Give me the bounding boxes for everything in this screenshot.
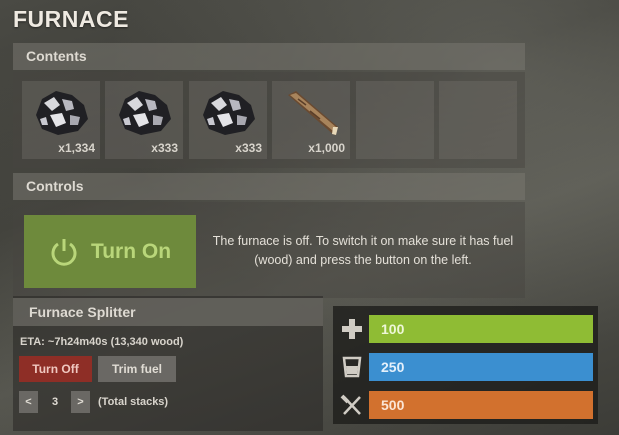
slot-quantity: x333 — [235, 141, 262, 155]
stack-count: 3 — [51, 396, 59, 408]
health-bar: 100 — [369, 315, 593, 343]
metal-ore-icon — [119, 91, 171, 135]
inventory-slot-2[interactable]: x333 — [105, 81, 183, 159]
food-bar: 500 — [369, 391, 593, 419]
power-icon — [51, 238, 77, 266]
furnace-status-text: The furnace is off. To switch it on make… — [212, 234, 514, 267]
trim-fuel-button[interactable]: Trim fuel — [98, 356, 176, 382]
food-icon — [340, 394, 361, 415]
total-stacks-label: (Total stacks) — [98, 396, 169, 408]
eta-text: ETA: ~7h24m40s (13,340 wood) — [20, 336, 184, 348]
water-bar: 250 — [369, 353, 593, 381]
turn-off-button[interactable]: Turn Off — [19, 356, 92, 382]
controls-header: Controls — [13, 173, 525, 200]
increase-stacks-button[interactable]: > — [71, 391, 90, 413]
turn-on-button[interactable]: Turn On — [24, 215, 196, 288]
inventory-slot-6[interactable] — [439, 81, 517, 159]
inventory-slot-5[interactable] — [356, 81, 434, 159]
slot-quantity: x1,334 — [58, 141, 95, 155]
decrease-stacks-button[interactable]: < — [19, 391, 38, 413]
slot-quantity: x1,000 — [308, 141, 345, 155]
metal-ore-icon — [203, 91, 255, 135]
contents-header: Contents — [13, 43, 525, 70]
wood-icon — [288, 91, 338, 135]
furnace-title: FURNACE — [13, 6, 129, 32]
inventory-slot-1[interactable]: x1,334 — [22, 81, 100, 159]
turn-on-label: Turn On — [90, 239, 172, 263]
water-icon — [342, 356, 362, 378]
inventory-slot-3[interactable]: x333 — [189, 81, 267, 159]
health-icon — [342, 319, 362, 339]
slot-quantity: x333 — [151, 141, 178, 155]
metal-ore-icon — [36, 91, 88, 135]
inventory-slot-4[interactable]: x1,000 — [272, 81, 350, 159]
splitter-header: Furnace Splitter — [13, 298, 323, 326]
